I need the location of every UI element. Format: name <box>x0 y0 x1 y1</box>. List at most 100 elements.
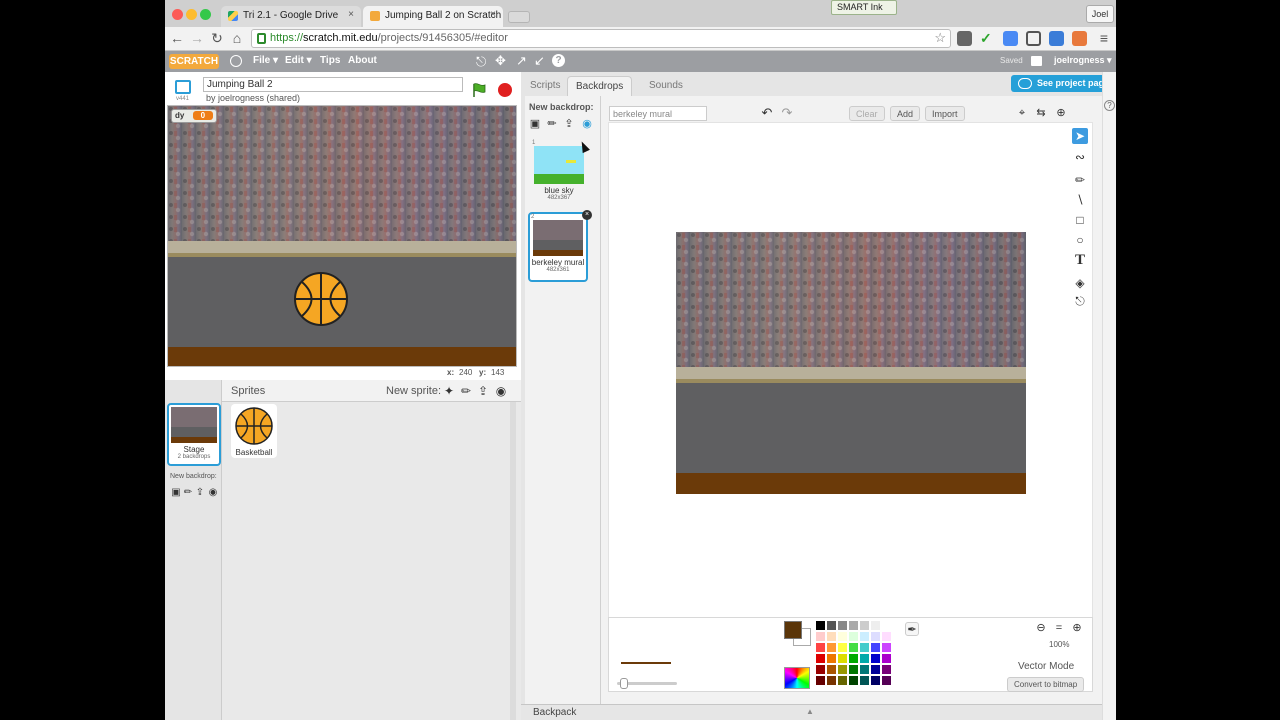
presentation-mode-icon[interactable] <box>175 80 191 94</box>
palette-swatch[interactable] <box>871 621 880 630</box>
paint-new-sprite-icon[interactable]: ✏ <box>459 384 473 398</box>
green-flag-icon[interactable] <box>471 82 487 98</box>
camera-sprite-icon[interactable]: ◉ <box>494 384 508 398</box>
palette-swatch[interactable] <box>827 643 836 652</box>
palette-swatch[interactable] <box>838 654 847 663</box>
cast-icon[interactable] <box>1026 31 1041 46</box>
palette-swatch[interactable] <box>849 643 858 652</box>
costume-name-input[interactable] <box>609 106 707 121</box>
chart-extension-icon[interactable] <box>1072 31 1087 46</box>
smart-ink-widget[interactable]: SMART Ink <box>831 0 897 15</box>
tab-sounds[interactable]: Sounds <box>641 76 691 96</box>
profile-button[interactable]: Joel <box>1086 5 1114 23</box>
palette-swatch[interactable] <box>882 621 891 630</box>
upload-sprite-icon[interactable]: ⇪ <box>476 384 490 398</box>
rectangle-icon[interactable]: □ <box>1072 212 1088 228</box>
palette-swatch[interactable] <box>849 621 858 630</box>
palette-swatch[interactable] <box>871 676 880 685</box>
screen-icon[interactable] <box>1049 31 1064 46</box>
sprite-thumbnail[interactable]: Basketball <box>231 404 277 458</box>
cut-icon[interactable]: ✥ <box>495 53 506 69</box>
pencil-icon[interactable]: ✏ <box>1072 172 1088 188</box>
page-scrollbar[interactable]: ? <box>1102 72 1116 720</box>
stage-thumbnail[interactable]: Stage 2 backdrops <box>167 403 221 466</box>
palette-swatch[interactable] <box>871 665 880 674</box>
tab-backdrops[interactable]: Backdrops <box>567 76 633 96</box>
palette-swatch[interactable] <box>816 665 825 674</box>
zoom-out-icon[interactable]: ⊖ <box>1034 621 1048 635</box>
scratch-logo[interactable]: SCRATCH <box>169 54 219 69</box>
zoom-in-icon[interactable]: ⊕ <box>1070 621 1084 635</box>
palette-swatch[interactable] <box>827 632 836 641</box>
duplicate-stamp-icon[interactable]: ⎋ <box>476 54 486 70</box>
palette-swatch[interactable] <box>860 643 869 652</box>
help-circle-icon[interactable]: ? <box>1104 100 1115 111</box>
crop-icon[interactable]: ⌖ <box>1015 106 1029 120</box>
menu-file[interactable]: File ▾ <box>253 55 278 66</box>
palette-swatch[interactable] <box>860 665 869 674</box>
home-icon[interactable]: ⌂ <box>229 30 245 46</box>
sprites-scrollbar[interactable] <box>510 402 516 720</box>
stroke-width-slider[interactable] <box>617 678 677 689</box>
ellipse-icon[interactable]: ○ <box>1072 232 1088 248</box>
drawing-canvas[interactable] <box>608 122 1093 637</box>
eyedropper-icon[interactable]: ✒ <box>905 622 919 636</box>
backpack-bar[interactable]: Backpack ▲ <box>521 704 1116 720</box>
add-button[interactable]: Add <box>890 106 921 121</box>
palette-swatch[interactable] <box>827 665 836 674</box>
address-bar[interactable]: https://scratch.mit.edu/projects/9145630… <box>251 29 951 48</box>
menu-tips[interactable]: Tips <box>320 55 340 66</box>
palette-swatch[interactable] <box>860 632 869 641</box>
palette-swatch[interactable] <box>849 654 858 663</box>
backdrop-library-icon[interactable]: ▣ <box>528 117 542 131</box>
undo-icon[interactable]: ↶ <box>760 106 774 120</box>
shrink-icon[interactable]: ↙ <box>534 53 545 69</box>
tab-scripts[interactable]: Scripts <box>522 76 569 96</box>
import-button[interactable]: Import <box>925 106 965 121</box>
palette-swatch[interactable] <box>816 621 825 630</box>
palette-swatch[interactable] <box>860 621 869 630</box>
palette-swatch[interactable] <box>838 621 847 630</box>
menu-edit[interactable]: Edit ▾ <box>285 55 312 66</box>
camera-icon[interactable]: ◉ <box>206 486 220 500</box>
palette-swatch[interactable] <box>860 654 869 663</box>
line-icon[interactable]: ∖ <box>1072 192 1088 208</box>
palette-swatch[interactable] <box>871 654 880 663</box>
close-tab-icon[interactable]: × <box>348 9 354 20</box>
palette-swatch[interactable] <box>860 676 869 685</box>
palette-swatch[interactable] <box>882 676 891 685</box>
palette-swatch[interactable] <box>827 654 836 663</box>
sprite-library-icon[interactable]: ✦ <box>442 384 456 398</box>
palette-swatch[interactable] <box>838 665 847 674</box>
palette-swatch[interactable] <box>882 665 891 674</box>
forward-arrow-icon[interactable]: → <box>189 30 205 46</box>
help-icon[interactable]: ? <box>552 54 565 67</box>
primary-color-swatch[interactable] <box>784 621 802 639</box>
text-icon[interactable]: T <box>1072 252 1088 268</box>
reload-icon[interactable]: ↻ <box>209 30 225 46</box>
palette-swatch[interactable] <box>849 665 858 674</box>
palette-swatch[interactable] <box>882 654 891 663</box>
back-arrow-icon[interactable]: ← <box>169 30 185 46</box>
stop-sign-icon[interactable] <box>498 83 512 97</box>
palette-swatch[interactable] <box>816 676 825 685</box>
minimize-window-icon[interactable] <box>186 9 197 20</box>
redo-icon[interactable]: ↷ <box>780 106 794 120</box>
palette-swatch[interactable] <box>816 643 825 652</box>
menu-about[interactable]: About <box>348 55 377 66</box>
stage[interactable]: dy 0 <box>167 105 517 367</box>
check-icon[interactable]: ✓ <box>980 31 995 46</box>
palette-swatch[interactable] <box>849 632 858 641</box>
palette-swatch[interactable] <box>816 632 825 641</box>
upload-icon[interactable]: ⇪ <box>562 117 576 131</box>
my-stuff-icon[interactable] <box>1031 56 1042 66</box>
clear-button[interactable]: Clear <box>849 106 885 121</box>
palette-swatch[interactable] <box>882 632 891 641</box>
variable-watcher[interactable]: dy 0 <box>171 109 218 123</box>
select-arrow-icon[interactable]: ➤ <box>1072 128 1088 144</box>
palette-swatch[interactable] <box>816 654 825 663</box>
menu-icon[interactable]: ≡ <box>1096 30 1112 46</box>
palette-swatch[interactable] <box>838 676 847 685</box>
upload-icon[interactable]: ⇪ <box>193 486 207 500</box>
user-menu[interactable]: joelrogness ▾ <box>1054 55 1112 66</box>
